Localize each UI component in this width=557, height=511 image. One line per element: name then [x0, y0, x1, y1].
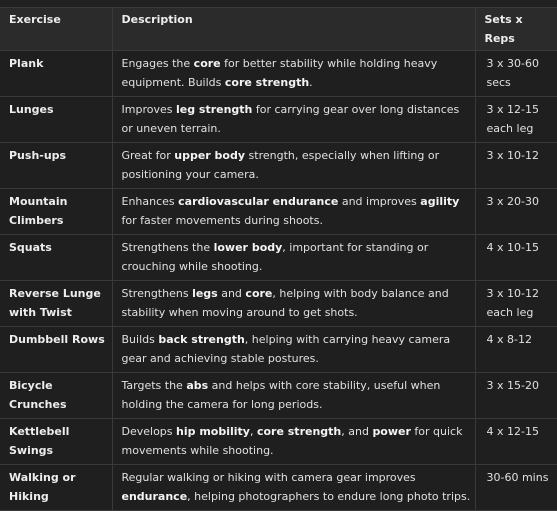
description-emphasis: core strength — [224, 76, 310, 89]
workout-table: Exercise Description Sets x Reps Plank E… — [0, 7, 557, 511]
description-cell: Strengthens legs and core, helping with … — [111, 280, 476, 327]
table-row: Bicycle Crunches Targets the abs and hel… — [0, 372, 557, 419]
exercise-cell: Plank — [0, 50, 113, 97]
description-emphasis: lower body — [213, 241, 283, 254]
sets-reps-cell: 3 x 10-12 — [474, 142, 557, 189]
description-cell: Enhances cardiovascular endurance and im… — [111, 188, 476, 235]
sets-reps-cell: 3 x 15-20 — [474, 372, 557, 419]
exercise-cell: Lunges — [0, 96, 113, 143]
sets-reps-cell: 30-60 mins — [474, 464, 557, 511]
description-emphasis: core — [193, 57, 221, 70]
exercise-cell: Kettlebell Swings — [0, 418, 113, 465]
table-row: Mountain Climbers Enhances cardiovascula… — [0, 188, 557, 235]
description-emphasis: agility — [420, 195, 460, 208]
header-sets-reps: Sets x Reps — [474, 7, 557, 51]
table-row: Reverse Lunge with Twist Strengthens leg… — [0, 280, 557, 327]
description-emphasis: abs — [186, 379, 209, 392]
header-exercise: Exercise — [0, 7, 113, 51]
description-cell: Regular walking or hiking with camera ge… — [111, 464, 476, 511]
exercise-cell: Squats — [0, 234, 113, 281]
sets-reps-cell: 3 x 12-15 each leg — [474, 96, 557, 143]
sets-reps-cell: 4 x 8-12 — [474, 326, 557, 373]
sets-reps-cell: 3 x 10-12 each leg — [474, 280, 557, 327]
description-emphasis: leg strength — [175, 103, 253, 116]
header-description: Description — [111, 7, 476, 51]
header-row: Exercise Description Sets x Reps — [0, 7, 557, 51]
description-cell: Great for upper body strength, especiall… — [111, 142, 476, 189]
description-emphasis: legs — [192, 287, 218, 300]
exercise-cell: Dumbbell Rows — [0, 326, 113, 373]
description-emphasis: core strength — [256, 425, 342, 438]
description-cell: Engages the core for better stability wh… — [111, 50, 476, 97]
sets-reps-cell: 3 x 30-60 secs — [474, 50, 557, 97]
table-header: Exercise Description Sets x Reps — [0, 7, 557, 51]
description-emphasis: back strength — [158, 333, 245, 346]
description-emphasis: cardiovascular endurance — [178, 195, 339, 208]
exercise-cell: Mountain Climbers — [0, 188, 113, 235]
description-cell: Strengthens the lower body, important fo… — [111, 234, 476, 281]
sets-reps-cell: 4 x 10-15 — [474, 234, 557, 281]
table-row: Dumbbell Rows Builds back strength, help… — [0, 326, 557, 373]
sets-reps-cell: 3 x 20-30 — [474, 188, 557, 235]
table-row: Plank Engages the core for better stabil… — [0, 50, 557, 97]
table-body: Plank Engages the core for better stabil… — [0, 50, 557, 511]
description-cell: Develops hip mobility, core strength, an… — [111, 418, 476, 465]
table-row: Squats Strengthens the lower body, impor… — [0, 234, 557, 281]
table-row: Lunges Improves leg strength for carryin… — [0, 96, 557, 143]
exercise-cell: Walking or Hiking — [0, 464, 113, 511]
table-row: Push-ups Great for upper body strength, … — [0, 142, 557, 189]
description-emphasis: core — [245, 287, 273, 300]
description-emphasis: upper body — [174, 149, 246, 162]
description-cell: Improves leg strength for carrying gear … — [111, 96, 476, 143]
description-emphasis: endurance — [121, 490, 188, 503]
exercise-cell: Bicycle Crunches — [0, 372, 113, 419]
description-emphasis: hip mobility — [176, 425, 250, 438]
description-cell: Targets the abs and helps with core stab… — [111, 372, 476, 419]
table-row: Kettlebell Swings Develops hip mobility,… — [0, 418, 557, 465]
sets-reps-cell: 4 x 12-15 — [474, 418, 557, 465]
workout-table-container: Exercise Description Sets x Reps Plank E… — [0, 0, 557, 511]
description-cell: Builds back strength, helping with carry… — [111, 326, 476, 373]
description-emphasis: power — [372, 425, 411, 438]
exercise-cell: Reverse Lunge with Twist — [0, 280, 113, 327]
exercise-cell: Push-ups — [0, 142, 113, 189]
table-row: Walking or Hiking Regular walking or hik… — [0, 464, 557, 511]
